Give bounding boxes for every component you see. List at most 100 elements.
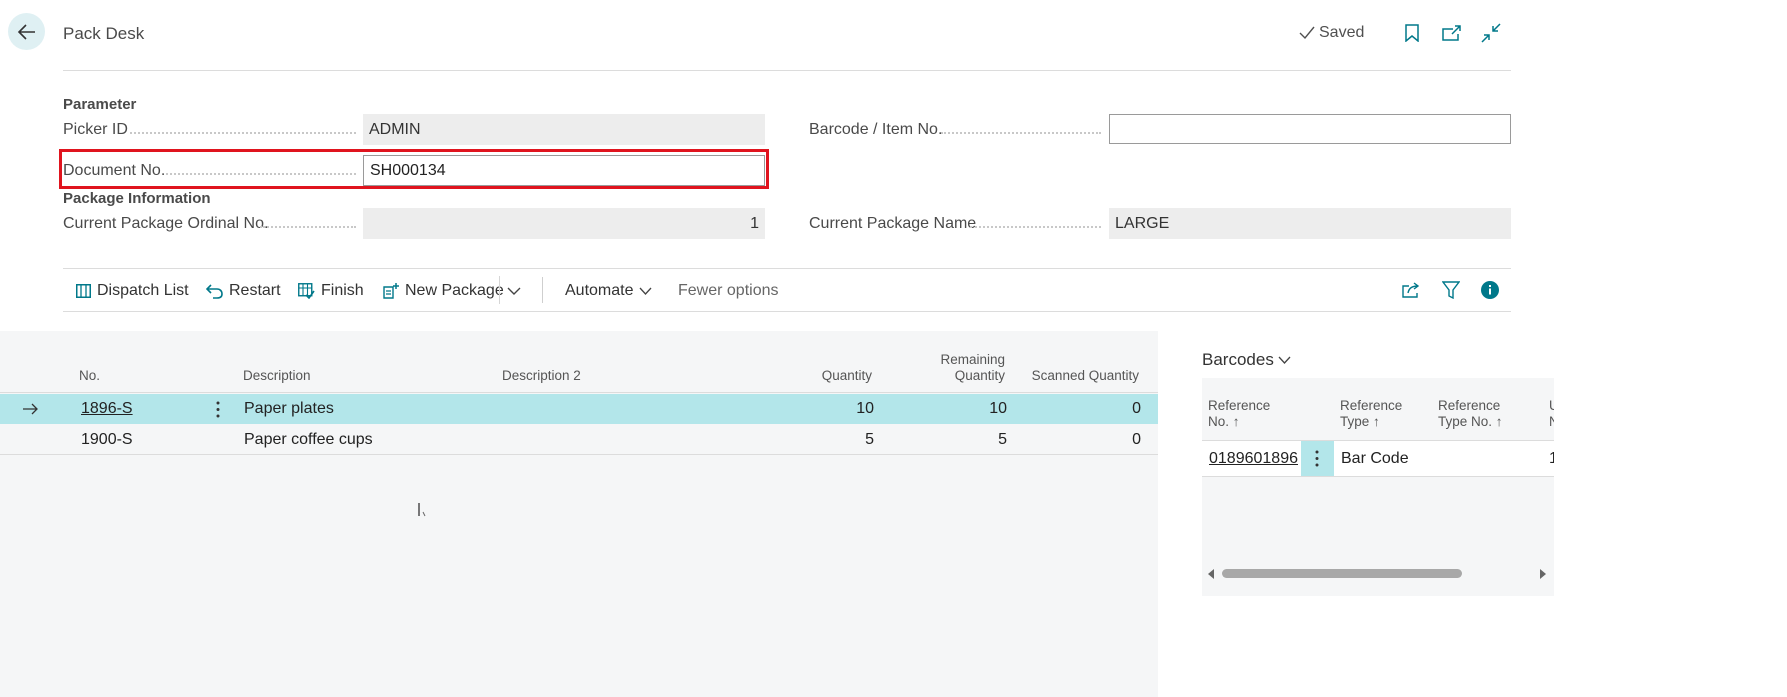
reference-type: Bar Code <box>1341 450 1409 467</box>
column-header-reference-no-line2: No. ↑ <box>1208 414 1240 429</box>
arrow-left-icon <box>17 23 35 40</box>
bookmark-icon <box>1405 24 1419 42</box>
column-header-quantity[interactable]: Quantity <box>800 368 872 384</box>
new-document-icon <box>383 283 399 299</box>
row-quantity: 10 <box>856 400 874 417</box>
split-divider <box>499 276 500 304</box>
more-options-icon <box>1315 450 1319 467</box>
info-icon <box>1481 281 1499 299</box>
table-row[interactable]: 1900-S Paper coffee cups 5 5 0 <box>0 424 1158 454</box>
current-package-ordinal-field: 1 <box>363 208 765 239</box>
saved-status: Saved <box>1299 24 1364 42</box>
share-icon <box>1402 282 1420 298</box>
filter-button[interactable] <box>1440 279 1462 301</box>
dispatch-list-button[interactable]: Dispatch List <box>76 280 189 302</box>
row-description: Paper plates <box>244 400 334 417</box>
row-no-link[interactable]: 1896-S <box>81 400 133 418</box>
more-options-icon[interactable] <box>215 401 221 418</box>
column-header-remaining-line1: Remaining <box>940 352 1005 367</box>
current-package-name-field: LARGE <box>1109 208 1511 239</box>
row-remaining-quantity: 5 <box>998 431 1007 448</box>
header-row-border <box>0 392 1158 393</box>
column-header-reference-type[interactable]: Reference Type ↑ <box>1340 398 1402 430</box>
fewer-options-button[interactable]: Fewer options <box>678 280 779 302</box>
column-header-reference-type-no[interactable]: Reference Type No. ↑ <box>1438 398 1503 430</box>
column-header-reference-no-line1: Reference <box>1208 398 1271 413</box>
column-header-remaining-line2: Quantity <box>954 368 1005 383</box>
column-header-scanned-quantity[interactable]: Scanned Quantity <box>1020 368 1139 384</box>
column-header-reference-type-no-line2: Type No. ↑ <box>1438 414 1503 429</box>
column-header-truncated[interactable]: U N <box>1549 398 1554 430</box>
row-scanned-quantity: 0 <box>1132 431 1141 448</box>
barcode-item-no-label: Barcode / Item No. <box>809 121 943 138</box>
barcodes-row-border <box>1202 476 1554 477</box>
restart-button[interactable]: Restart <box>206 280 281 302</box>
lines-list <box>0 331 1158 697</box>
row-remaining-quantity: 10 <box>989 400 1007 417</box>
text-cursor-icon <box>418 503 426 517</box>
column-header-no[interactable]: No. <box>79 368 100 384</box>
column-header-reference-type-line2: Type ↑ <box>1340 414 1380 429</box>
barcode-item-no-input[interactable] <box>1109 114 1511 144</box>
table-icon <box>76 284 91 298</box>
new-package-button[interactable]: New Package <box>382 280 504 302</box>
finish-label: Finish <box>321 282 364 299</box>
scroll-right-icon[interactable] <box>1539 568 1547 580</box>
finish-grid-icon <box>298 283 315 299</box>
column-header-reference-type-line1: Reference <box>1340 398 1403 413</box>
scroll-left-icon[interactable] <box>1207 568 1215 580</box>
package-info-group-title: Package Information <box>63 190 211 207</box>
filter-icon <box>1442 281 1460 299</box>
row-border <box>0 454 1158 455</box>
page-title: Pack Desk <box>63 24 145 43</box>
table-row[interactable]: 0189601896 Bar Code 1 <box>1202 441 1554 476</box>
restart-label: Restart <box>229 282 281 299</box>
collapse-button[interactable] <box>1480 22 1502 44</box>
column-header-description-2[interactable]: Description 2 <box>502 368 581 384</box>
parameter-group-title: Parameter <box>63 96 137 113</box>
back-button[interactable] <box>8 13 45 50</box>
bookmark-button[interactable] <box>1401 22 1423 44</box>
arrow-right-icon <box>23 403 38 415</box>
table-row[interactable]: 1896-S Paper plates 10 10 0 <box>0 394 1158 424</box>
label-leader <box>970 226 1101 228</box>
barcodes-title[interactable]: Barcodes <box>1202 350 1291 370</box>
automate-label: Automate <box>565 282 634 299</box>
truncated-cell: 1 <box>1549 450 1554 467</box>
column-header-reference-no[interactable]: Reference No. ↑ <box>1208 398 1270 430</box>
current-package-name-label: Current Package Name <box>809 215 977 232</box>
row-quantity: 5 <box>865 431 874 448</box>
label-leader <box>941 132 1101 134</box>
horizontal-scrollbar-thumb[interactable] <box>1222 569 1462 578</box>
share-button[interactable] <box>1400 279 1422 301</box>
row-actions-button[interactable] <box>1301 441 1334 476</box>
reference-no-link[interactable]: 0189601896 <box>1209 450 1298 468</box>
undo-icon <box>206 283 223 299</box>
finish-button[interactable]: Finish <box>298 280 364 302</box>
row-no[interactable]: 1900-S <box>81 431 133 449</box>
open-in-new-window-icon <box>1442 25 1461 41</box>
action-bar-bottom-divider <box>63 311 1511 312</box>
chevron-down-icon <box>507 287 521 295</box>
chevron-down-icon <box>640 287 652 295</box>
action-bar-top-divider <box>63 268 1511 269</box>
document-no-highlight <box>59 149 769 189</box>
open-new-window-button[interactable] <box>1440 22 1462 44</box>
new-package-label: New Package <box>405 282 504 299</box>
action-separator <box>542 277 543 303</box>
row-scanned-quantity: 0 <box>1132 400 1141 417</box>
column-header-truncated-line1: U <box>1549 398 1554 413</box>
picker-id-field: ADMIN <box>363 114 765 145</box>
collapse-icon <box>1481 23 1501 43</box>
column-header-reference-type-no-line1: Reference <box>1438 398 1501 413</box>
dispatch-list-label: Dispatch List <box>97 282 189 299</box>
column-header-description[interactable]: Description <box>243 368 311 384</box>
current-package-ordinal-label: Current Package Ordinal No. <box>63 215 269 232</box>
column-header-remaining-quantity[interactable]: Remaining Quantity <box>905 352 1005 384</box>
row-description: Paper coffee cups <box>244 431 373 448</box>
automate-menu[interactable]: Automate <box>565 280 652 302</box>
new-package-dropdown-button[interactable] <box>507 280 521 302</box>
chevron-down-icon <box>1278 356 1291 364</box>
info-button[interactable] <box>1479 279 1501 301</box>
header-divider <box>63 70 1511 71</box>
